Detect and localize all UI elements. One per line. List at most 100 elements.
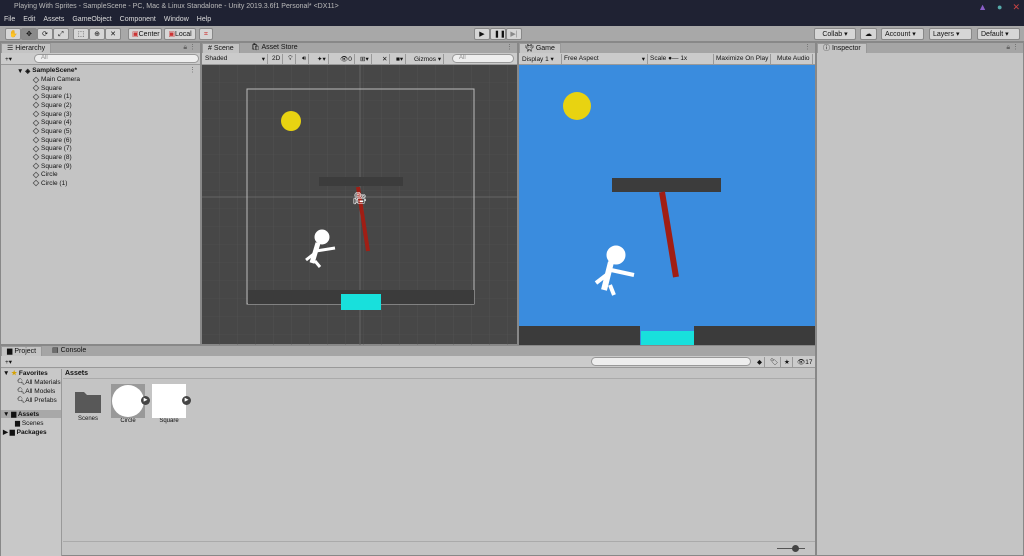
hierarchy-item-label: Circle bbox=[41, 171, 58, 179]
tools-icon[interactable]: ✕ bbox=[380, 54, 391, 64]
collab-button[interactable]: Collab ▾ bbox=[814, 28, 856, 40]
gameobject-icon bbox=[32, 171, 40, 179]
asset-scenes[interactable]: Scenes bbox=[74, 388, 102, 428]
effects-icon[interactable]: ✦▾ bbox=[315, 54, 329, 64]
minimize-icon[interactable]: ● bbox=[997, 2, 1002, 13]
layout-dropdown[interactable]: Default ▾ bbox=[977, 28, 1020, 40]
hierarchy-item[interactable]: Square (5) bbox=[32, 127, 72, 136]
search-by-label-icon[interactable]: 🏷︎ bbox=[768, 357, 782, 367]
close-icon[interactable]: ✕ bbox=[1012, 2, 1020, 13]
hierarchy-item[interactable]: Circle bbox=[32, 170, 58, 179]
rect-tool-icon[interactable]: ⬚ bbox=[73, 28, 89, 40]
gameobject-icon bbox=[32, 110, 40, 118]
transform-tool-icon[interactable]: ⊕ bbox=[89, 28, 105, 40]
aspect-dropdown[interactable]: Free Aspect ▾ bbox=[562, 54, 648, 64]
hierarchy-item[interactable]: Square (1) bbox=[32, 92, 72, 101]
lighting-icon[interactable]: 💡︎ bbox=[286, 54, 296, 64]
tab-scene[interactable]: # Scene bbox=[202, 43, 240, 53]
camera-icon[interactable]: ■▾ bbox=[394, 54, 407, 64]
fav-all-materials[interactable]: 🔍︎All Materials bbox=[17, 378, 61, 386]
lock-icon[interactable]: 🔒︎ ⋮ bbox=[1006, 43, 1019, 52]
rotate-tool-icon[interactable]: ⟳ bbox=[37, 28, 53, 40]
menu-gameobject[interactable]: GameObject bbox=[72, 16, 111, 23]
hand-tool-icon[interactable]: ✋ bbox=[5, 28, 21, 40]
favorite-icon[interactable]: ★ bbox=[782, 357, 793, 367]
menu-window[interactable]: Window bbox=[164, 16, 189, 23]
tab-asset-store[interactable]: 🛍︎ Asset Store bbox=[246, 43, 303, 53]
hierarchy-item[interactable]: Square (4) bbox=[32, 118, 72, 127]
fav-all-models[interactable]: 🔍︎All Models bbox=[17, 387, 55, 395]
gizmos-dropdown[interactable]: Gizmos ▾ bbox=[412, 54, 445, 64]
pause-button[interactable]: ❚❚ bbox=[490, 28, 506, 40]
hierarchy-item[interactable]: Square (7) bbox=[32, 144, 72, 153]
scene-tab-label: Scene bbox=[213, 45, 234, 52]
panel-menu-icon[interactable]: ⋮ bbox=[804, 43, 811, 51]
assets-node[interactable]: ▼ ▆ Assets bbox=[1, 410, 61, 418]
menu-file[interactable]: File bbox=[4, 16, 15, 23]
menu-assets[interactable]: Assets bbox=[43, 16, 64, 23]
custom-tool-icon[interactable]: ✕ bbox=[105, 28, 121, 40]
maximize-on-play-toggle[interactable]: Maximize On Play bbox=[714, 54, 772, 64]
panel-menu-icon[interactable]: ⋮ bbox=[506, 43, 513, 51]
pivot-local-button[interactable]: ▣Local bbox=[164, 28, 196, 40]
create-button[interactable]: +▾ bbox=[3, 54, 14, 64]
search-by-type-icon[interactable]: ◆ bbox=[755, 357, 765, 367]
hierarchy-item[interactable]: Square (3) bbox=[32, 110, 72, 119]
account-dropdown[interactable]: Account ▾ bbox=[881, 28, 924, 40]
icon-size-slider[interactable] bbox=[777, 545, 805, 552]
tab-game[interactable]: 👾︎ Game bbox=[519, 43, 561, 53]
display-dropdown[interactable]: Display 1 ▾ bbox=[520, 54, 562, 64]
gameobject-icon bbox=[32, 119, 40, 127]
scene-menu-icon[interactable]: ⋮ bbox=[189, 66, 196, 74]
menu-component[interactable]: Component bbox=[120, 16, 156, 23]
packages-node[interactable]: ▶ ▆ Packages bbox=[3, 428, 47, 436]
create-button[interactable]: +▾ bbox=[3, 357, 14, 367]
hierarchy-item[interactable]: Square (2) bbox=[32, 101, 72, 110]
fav-all-prefabs[interactable]: 🔍︎All Prefabs bbox=[17, 396, 57, 404]
lock-icon[interactable]: 🔒︎ ⋮ bbox=[183, 43, 196, 52]
play-button[interactable]: ▶ bbox=[474, 28, 490, 40]
expand-icon[interactable]: ▶ bbox=[141, 396, 150, 405]
layers-dropdown[interactable]: Layers ▾ bbox=[929, 28, 972, 40]
tab-inspector[interactable]: ⓘ Inspector bbox=[817, 43, 867, 53]
asset-circle[interactable]: ▶ Circle bbox=[111, 384, 151, 430]
expand-icon[interactable]: ▶ bbox=[182, 396, 191, 405]
hierarchy-item[interactable]: Circle (1) bbox=[32, 179, 67, 188]
hidden-packages-toggle[interactable]: 👁︎17 bbox=[795, 357, 815, 367]
scenes-folder-node[interactable]: ▆ Scenes bbox=[15, 419, 44, 427]
mute-audio-toggle[interactable]: Mute Audio bbox=[775, 54, 813, 64]
move-tool-icon[interactable]: ✥ bbox=[21, 28, 37, 40]
scale-tool-icon[interactable]: ⤢ bbox=[53, 28, 69, 40]
step-button[interactable]: ▶| bbox=[506, 28, 522, 40]
hierarchy-search-input[interactable]: All bbox=[34, 54, 199, 63]
tab-hierarchy[interactable]: ☰ Hierarchy bbox=[1, 43, 52, 53]
scale-slider[interactable]: Scale ●— 1x bbox=[648, 54, 714, 64]
2d-toggle[interactable]: 2D bbox=[270, 54, 284, 64]
hidden-count: 0 bbox=[348, 56, 352, 63]
scene-view[interactable]: 🎥︎ bbox=[202, 65, 517, 345]
hierarchy-item[interactable]: Square bbox=[32, 84, 62, 93]
audio-icon[interactable]: 🔊︎ bbox=[300, 54, 310, 64]
asset-square[interactable]: ▶ Square bbox=[152, 384, 192, 430]
favorites-node[interactable]: ▼ ★ Favorites bbox=[3, 369, 48, 377]
hierarchy-item[interactable]: Square (8) bbox=[32, 153, 72, 162]
hidden-objects-toggle[interactable]: 👁︎0 bbox=[338, 54, 355, 64]
hierarchy-item[interactable]: Main Camera bbox=[32, 75, 80, 84]
tab-console[interactable]: ▤ Console bbox=[47, 346, 92, 356]
project-search-input[interactable] bbox=[591, 357, 751, 366]
hierarchy-item[interactable]: Square (6) bbox=[32, 136, 72, 145]
menu-edit[interactable]: Edit bbox=[23, 16, 35, 23]
snap-icon[interactable]: ⌗ bbox=[199, 28, 213, 40]
grid-icon[interactable]: ⊞▾ bbox=[358, 54, 372, 64]
tab-project[interactable]: ▆ Project bbox=[1, 346, 43, 356]
cloud-icon[interactable]: ☁ bbox=[860, 28, 877, 40]
scene-search-input[interactable]: All bbox=[452, 54, 514, 63]
pivot-center-button[interactable]: ▣Center bbox=[128, 28, 162, 40]
project-panel: ▆ Project ▤ Console +▾ ◆ 🏷︎ ★ 👁︎17 ▼ ★ Fa… bbox=[0, 345, 816, 556]
window-controls: ▲ ● ✕ bbox=[978, 2, 1020, 13]
menu-bar: File Edit Assets GameObject Component Wi… bbox=[0, 13, 1024, 26]
menu-help[interactable]: Help bbox=[197, 16, 211, 23]
shading-dropdown[interactable]: Shaded ▾ bbox=[203, 54, 268, 64]
scene-root[interactable]: ▼ ◈ SampleScene* bbox=[17, 66, 77, 75]
hierarchy-item[interactable]: Square (9) bbox=[32, 162, 72, 171]
